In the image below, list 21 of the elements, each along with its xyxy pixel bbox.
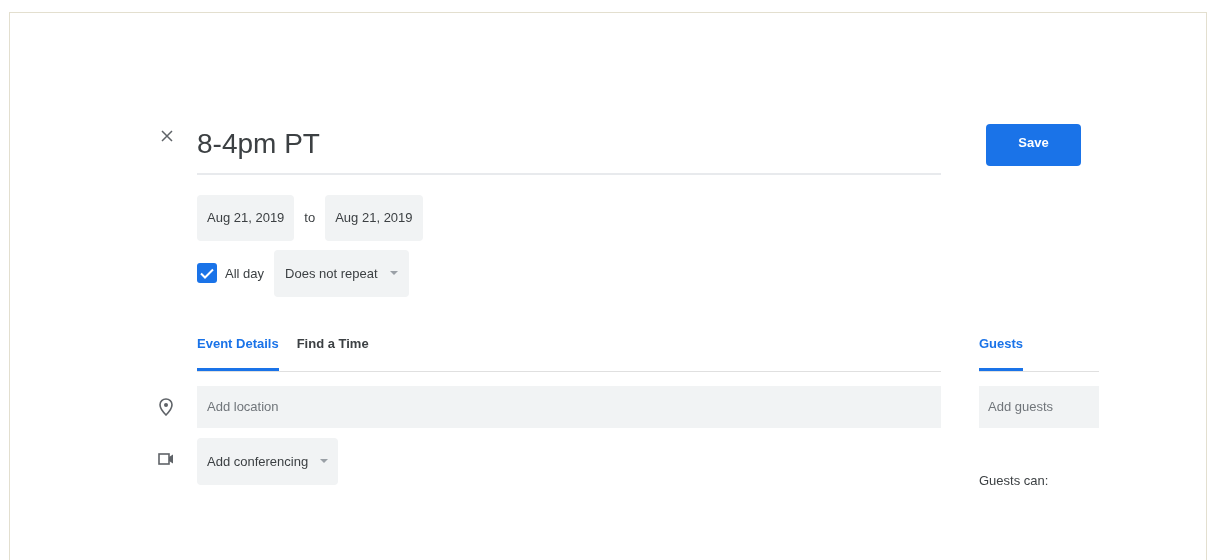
all-day-checkbox[interactable] xyxy=(197,263,217,284)
location-pin-icon xyxy=(159,397,173,416)
caret-icon xyxy=(389,271,398,276)
date-separator: to xyxy=(304,209,316,227)
close-icon[interactable] xyxy=(161,130,173,142)
location-field[interactable]: Add location xyxy=(197,385,941,428)
tab[interactable]: Find a Time xyxy=(296,334,369,371)
end-date-field[interactable]: Aug 21, 2019 xyxy=(325,195,423,241)
title-field[interactable]: 8-4pm PT xyxy=(197,123,941,165)
check-icon xyxy=(200,267,214,279)
conferencing-dropdown[interactable]: Add conferencing xyxy=(197,437,339,485)
all-day-label: All day xyxy=(225,264,265,283)
caret-icon xyxy=(320,459,329,464)
save-button[interactable]: Save xyxy=(986,124,1081,166)
repeat-dropdown[interactable]: Does not repeat xyxy=(274,249,409,297)
guests-permissions-label: Guests can: xyxy=(979,471,1049,490)
video-camera-icon xyxy=(158,452,174,465)
start-date-field[interactable]: Aug 21, 2019 xyxy=(197,195,295,241)
tab[interactable]: Guests xyxy=(979,334,1024,371)
guests-field[interactable]: Add guests xyxy=(979,385,1099,428)
tab[interactable]: Event Details xyxy=(197,334,279,371)
